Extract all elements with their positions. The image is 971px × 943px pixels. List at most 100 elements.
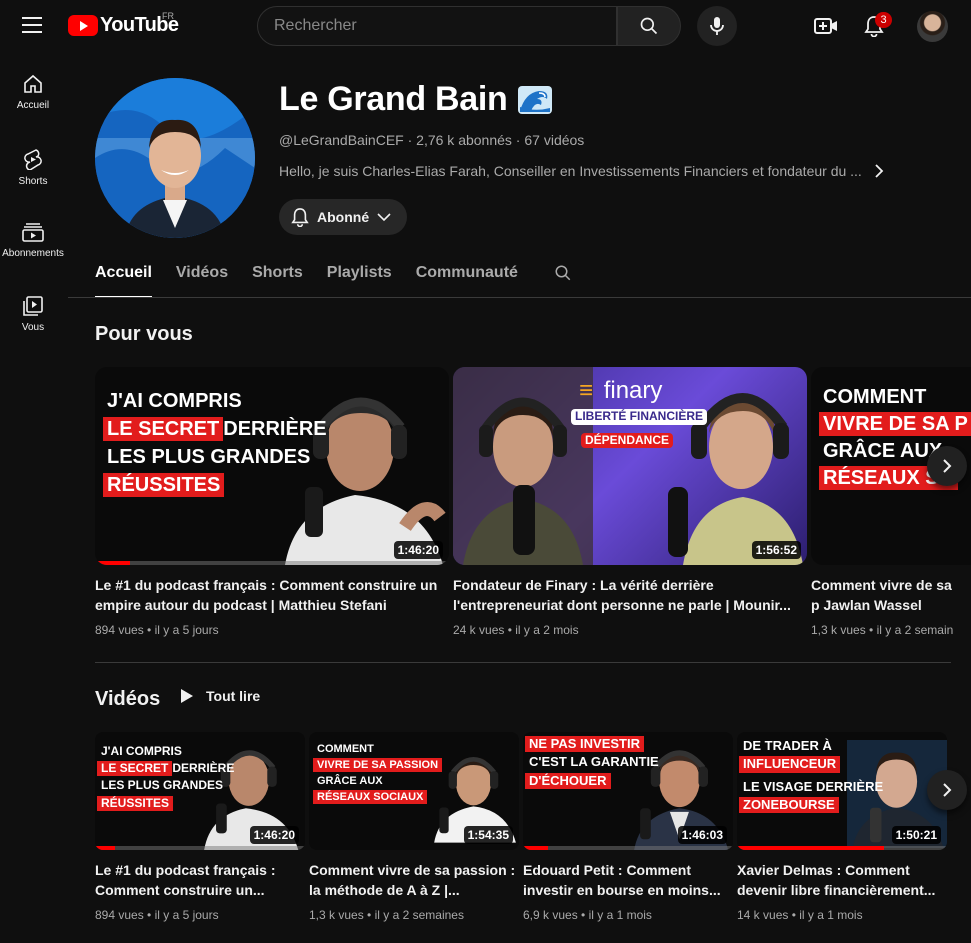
- progress-track: [523, 846, 733, 850]
- video-meta: 14 k vues • il y a 1 mois: [737, 908, 863, 922]
- video-duration: 1:50:21: [891, 826, 941, 844]
- voice-search-button[interactable]: [697, 6, 737, 46]
- progress-track: [95, 561, 449, 565]
- video-card[interactable]: COMMENT VIVRE DE SA P GRÂCE AUX RÉSEAUX …: [811, 367, 971, 637]
- account-avatar[interactable]: [917, 11, 948, 42]
- tab-videos[interactable]: Vidéos: [176, 248, 228, 298]
- video-meta: 1,3 k vues • il y a 2 semaines: [309, 908, 464, 922]
- search-icon: [640, 17, 658, 35]
- video-card[interactable]: COMMENT VIVRE DE SA PASSION GRÂCE AUX RÉ…: [309, 732, 519, 922]
- tab-community[interactable]: Communauté: [416, 248, 518, 298]
- video-title[interactable]: Le #1 du podcast français : Comment cons…: [95, 860, 305, 900]
- video-duration: 1:46:20: [393, 541, 443, 559]
- tab-home[interactable]: Accueil: [95, 248, 152, 298]
- video-thumbnail[interactable]: ≡ finary LIBERTÉ FINANCIÈRE DÉPENDANCE 1…: [453, 367, 807, 565]
- video-card[interactable]: DE TRADER À INFLUENCEUR LE VISAGE DERRIÈ…: [737, 732, 947, 922]
- bell-icon: [291, 208, 309, 227]
- channel-avatar-image: [95, 78, 255, 238]
- video-title[interactable]: Xavier Delmas : Comment devenir libre fi…: [737, 860, 947, 900]
- video-thumbnail[interactable]: J'AI COMPRIS LE SECRET DERRIÈRE LES PLUS …: [95, 367, 449, 565]
- video-duration: 1:46:03: [677, 826, 727, 844]
- menu-icon[interactable]: [22, 17, 42, 33]
- create-video-icon: [814, 18, 837, 34]
- subscriptions-icon: [22, 223, 44, 242]
- play-all-button[interactable]: Tout lire: [180, 688, 260, 704]
- videos-section-title: Vidéos: [95, 688, 161, 710]
- search-box: [257, 6, 617, 46]
- video-meta: 6,9 k vues • il y a 1 mois: [523, 908, 652, 922]
- channel-search-button[interactable]: [554, 248, 572, 287]
- chevron-right-icon: [943, 459, 952, 473]
- channel-header: Le Grand Bain: [279, 80, 553, 119]
- thumbnail-caption: COMMENT VIVRE DE SA PASSION GRÂCE AUX RÉ…: [313, 742, 443, 805]
- video-thumbnail[interactable]: DE TRADER À INFLUENCEUR LE VISAGE DERRIÈ…: [737, 732, 947, 850]
- chevron-down-icon: [377, 213, 391, 222]
- sidebar-item-you[interactable]: Vous: [0, 278, 66, 352]
- sidebar-item-home[interactable]: Accueil: [0, 56, 66, 130]
- subscribed-label: Abonné: [317, 209, 370, 225]
- meta-separator: ·: [511, 132, 525, 148]
- for-you-title: Pour vous: [95, 323, 193, 345]
- notification-count-badge: 3: [875, 12, 892, 28]
- thumbnail-caption: J'AI COMPRIS LE SECRET DERRIÈRE LES PLUS …: [103, 389, 331, 497]
- create-button[interactable]: [812, 12, 840, 40]
- carousel-next-button[interactable]: [927, 446, 967, 486]
- video-thumbnail[interactable]: J'AI COMPRIS LE SECRET DERRIÈRE LES PLUS …: [95, 732, 305, 850]
- watch-progress-bar: [95, 561, 130, 565]
- video-meta: 894 vues • il y a 5 jours: [95, 623, 219, 637]
- video-card[interactable]: J'AI COMPRIS LE SECRET DERRIÈRE LES PLUS …: [95, 367, 449, 637]
- search-input[interactable]: [274, 17, 616, 35]
- watch-progress-bar: [737, 846, 884, 850]
- channel-tabs: Accueil Vidéos Shorts Playlists Communau…: [95, 248, 572, 298]
- tab-shorts[interactable]: Shorts: [252, 248, 303, 298]
- thumbnail-caption: ≡ finary LIBERTÉ FINANCIÈRE DÉPENDANCE: [571, 377, 708, 448]
- channel-meta: @LeGrandBainCEF · 2,76 k abonnés · 67 vi…: [279, 132, 584, 148]
- video-card[interactable]: ≡ finary LIBERTÉ FINANCIÈRE DÉPENDANCE 1…: [453, 367, 807, 637]
- tab-playlists[interactable]: Playlists: [327, 248, 392, 298]
- play-icon: [181, 689, 193, 703]
- play-all-label: Tout lire: [206, 688, 261, 704]
- search-button[interactable]: [617, 6, 681, 46]
- watch-progress-bar: [523, 846, 548, 850]
- video-duration: 1:56:52: [751, 541, 801, 559]
- you-icon: [23, 296, 43, 316]
- wave-emoji-icon: [518, 85, 553, 114]
- thumbnail-caption: DE TRADER À INFLUENCEUR LE VISAGE DERRIÈ…: [739, 738, 887, 814]
- video-count: 67 vidéos: [524, 132, 585, 148]
- video-title[interactable]: Comment vivre de sa p Jawlan Wassel: [811, 575, 961, 615]
- video-title[interactable]: Le #1 du podcast français : Comment cons…: [95, 575, 449, 615]
- tabs-divider: [68, 297, 971, 298]
- subscribed-button[interactable]: Abonné: [279, 199, 408, 235]
- video-thumbnail[interactable]: NE PAS INVESTIR C'EST LA GARANTIE D'ÉCHO…: [523, 732, 733, 850]
- video-duration: 1:54:35: [463, 826, 513, 844]
- video-meta: 1,3 k vues • il y a 2 semain: [811, 623, 954, 637]
- channel-name: Le Grand Bain: [279, 80, 508, 118]
- channel-handle: @LeGrandBainCEF: [279, 132, 404, 148]
- sidebar-item-label: Shorts: [18, 176, 48, 187]
- video-card[interactable]: NE PAS INVESTIR C'EST LA GARANTIE D'ÉCHO…: [523, 732, 733, 922]
- video-thumbnail[interactable]: COMMENT VIVRE DE SA PASSION GRÂCE AUX RÉ…: [309, 732, 519, 850]
- thumbnail-caption: NE PAS INVESTIR C'EST LA GARANTIE D'ÉCHO…: [525, 736, 663, 789]
- video-title[interactable]: Comment vivre de sa passion : la méthode…: [309, 860, 519, 900]
- main-content: Le Grand Bain @LeGrandBainCEF · 2,76 k a…: [68, 52, 971, 943]
- thumbnail-caption: J'AI COMPRIS LE SECRET DERRIÈRE LES PLUS …: [97, 744, 238, 811]
- sidebar-item-shorts[interactable]: Shorts: [0, 130, 66, 204]
- microphone-icon: [710, 17, 724, 35]
- search-icon: [555, 265, 571, 281]
- progress-track: [95, 846, 305, 850]
- channel-description[interactable]: Hello, je suis Charles-Elias Farah, Cons…: [279, 163, 884, 179]
- carousel-next-button[interactable]: [927, 770, 967, 810]
- sidebar-item-label: Vous: [21, 322, 45, 333]
- chevron-right-icon: [875, 164, 884, 178]
- channel-description-text: Hello, je suis Charles-Elias Farah, Cons…: [279, 163, 862, 179]
- top-bar: YouTube FR 3: [0, 0, 971, 52]
- sidebar-item-subscriptions[interactable]: Abonnements: [0, 204, 66, 278]
- chevron-right-icon: [943, 783, 952, 797]
- video-title[interactable]: Edouard Petit : Comment investir en bour…: [523, 860, 733, 900]
- subscriber-count: 2,76 k abonnés: [416, 132, 512, 148]
- video-title[interactable]: Fondateur de Finary : La vérité derrière…: [453, 575, 807, 615]
- video-card[interactable]: J'AI COMPRIS LE SECRET DERRIÈRE LES PLUS …: [95, 732, 305, 922]
- video-meta: 24 k vues • il y a 2 mois: [453, 623, 579, 637]
- meta-separator: ·: [403, 132, 417, 148]
- channel-avatar[interactable]: [95, 78, 255, 238]
